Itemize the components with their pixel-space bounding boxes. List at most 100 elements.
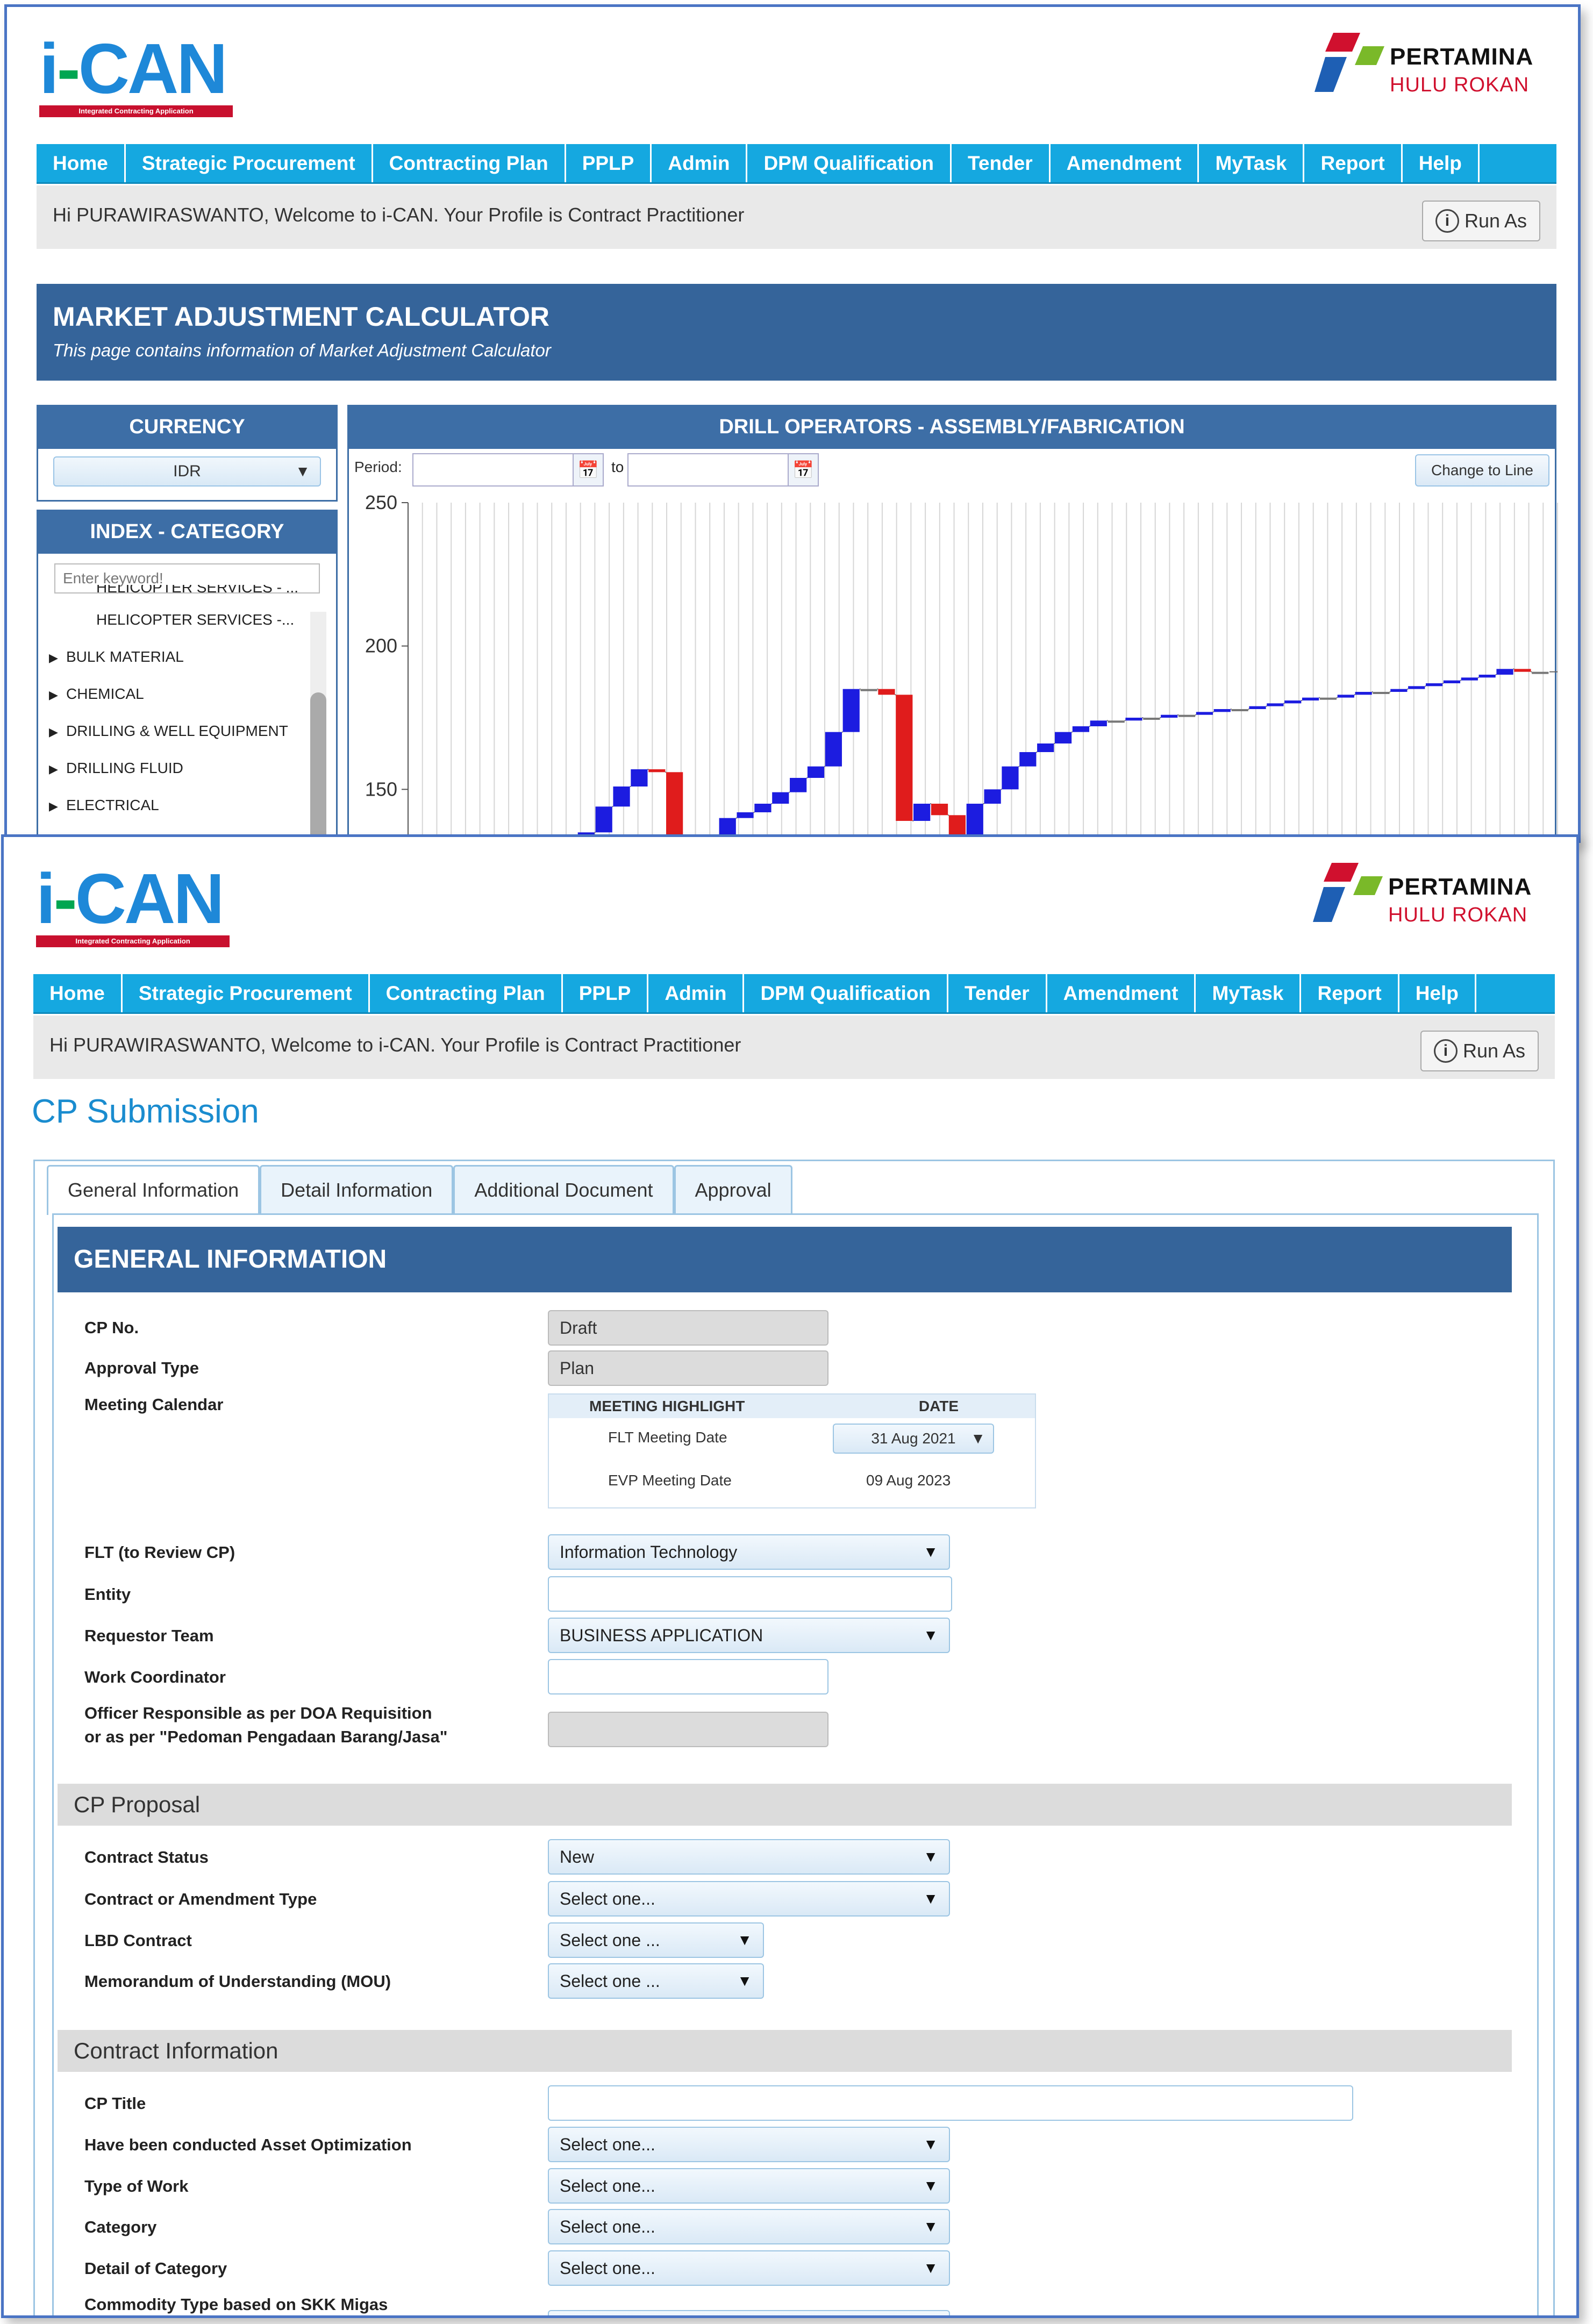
nav-mytask[interactable]: MyTask xyxy=(1196,974,1302,1012)
nav-admin[interactable]: Admin xyxy=(648,974,745,1012)
nav-pplp[interactable]: PPLP xyxy=(566,144,652,182)
ican-logo[interactable]: i-CAN Integrated Contracting Application xyxy=(39,31,239,117)
page-title: CP Submission xyxy=(32,1093,259,1130)
chart-bar xyxy=(1161,714,1178,718)
chart-bar xyxy=(1425,683,1443,687)
ican-logo-tagline: Integrated Contracting Application xyxy=(36,935,230,947)
expand-icon: ▶ xyxy=(49,799,58,813)
nav-amendment[interactable]: Amendment xyxy=(1047,974,1196,1012)
chart-bar xyxy=(1249,706,1266,709)
brand-name: PERTAMINA xyxy=(1390,44,1534,70)
work-coordinator-field[interactable] xyxy=(548,1659,828,1694)
y-tick-label: 250 xyxy=(365,491,397,513)
nav-home[interactable]: Home xyxy=(33,974,123,1012)
tree-item-drilling-fluid[interactable]: ▶ DRILLING FLUID xyxy=(49,749,336,786)
currency-select[interactable]: IDR ▼ xyxy=(53,456,321,487)
calendar-icon[interactable]: 📅 xyxy=(573,454,603,485)
category-select[interactable]: Select one... ▼ xyxy=(548,2209,950,2244)
mou-select[interactable]: Select one ... ▼ xyxy=(548,1963,764,1999)
nav-admin[interactable]: Admin xyxy=(652,144,748,182)
nav-dpm-qualification[interactable]: DPM Qualification xyxy=(744,974,949,1012)
to-label: to xyxy=(611,459,624,475)
nav-report[interactable]: Report xyxy=(1304,144,1403,182)
nav-help[interactable]: Help xyxy=(1403,144,1480,182)
officer-label-line1: Officer Responsible as per DOA Requisiti… xyxy=(84,1704,432,1722)
entity-field[interactable] xyxy=(548,1576,952,1612)
type-of-work-label: Type of Work xyxy=(84,2177,189,2196)
pertamina-logo: PERTAMINA HULU ROKAN xyxy=(1313,859,1539,934)
chart-bar xyxy=(1108,720,1125,723)
nav-strategic-procurement[interactable]: Strategic Procurement xyxy=(123,974,370,1012)
scrollbar-thumb[interactable] xyxy=(310,692,326,840)
expand-icon: ▶ xyxy=(49,725,58,739)
detail-category-label: Detail of Category xyxy=(84,2259,227,2278)
lbd-contract-select[interactable]: Select one ... ▼ xyxy=(548,1922,764,1958)
tab-general-information[interactable]: General Information xyxy=(47,1165,260,1215)
nav-home[interactable]: Home xyxy=(37,144,126,182)
change-to-line-button[interactable]: Change to Line xyxy=(1415,454,1549,487)
tree-item-partial[interactable]: HELICOPTER SERVICES - ... xyxy=(49,585,336,601)
tree-item-electrical[interactable]: ▶ ELECTRICAL xyxy=(49,786,336,824)
chevron-down-icon: ▼ xyxy=(737,1932,752,1948)
detail-category-select[interactable]: Select one... ▼ xyxy=(548,2250,950,2286)
nav-amendment[interactable]: Amendment xyxy=(1051,144,1199,182)
nav-help[interactable]: Help xyxy=(1399,974,1476,1012)
chart-bar xyxy=(1302,697,1319,700)
nav-dpm-qualification[interactable]: DPM Qualification xyxy=(747,144,952,182)
requestor-team-select[interactable]: BUSINESS APPLICATION ▼ xyxy=(548,1618,950,1653)
flt-meeting-date: 31 Aug 2021 xyxy=(871,1430,956,1447)
asset-optimization-select[interactable]: Select one... ▼ xyxy=(548,2127,950,2162)
nav-tender[interactable]: Tender xyxy=(948,974,1047,1012)
cp-proposal-section: CP Proposal xyxy=(58,1784,1512,1826)
page-subtitle: This page contains information of Market… xyxy=(53,340,551,360)
col-meeting-highlight: MEETING HIGHLIGHT xyxy=(589,1398,745,1414)
tree-item-bulk-material[interactable]: ▶ BULK MATERIAL xyxy=(49,638,336,675)
commodity-type-select[interactable] xyxy=(548,2310,950,2315)
chevron-down-icon: ▼ xyxy=(923,1890,938,1907)
ican-logo[interactable]: i-CAN Integrated Contracting Application xyxy=(36,861,236,947)
mou-label: Memorandum of Understanding (MOU) xyxy=(84,1972,391,1991)
tree-item-drilling-well[interactable]: ▶ DRILLING & WELL EQUIPMENT xyxy=(49,712,336,749)
chart-bar xyxy=(1054,732,1072,743)
category-tree: HELICOPTER SERVICES - ... HELICOPTER SER… xyxy=(49,585,336,824)
entity-label: Entity xyxy=(84,1585,131,1604)
contract-status-select[interactable]: New ▼ xyxy=(548,1839,950,1875)
requestor-team-value: BUSINESS APPLICATION xyxy=(560,1626,763,1645)
nav-strategic-procurement[interactable]: Strategic Procurement xyxy=(126,144,373,182)
chart-bar xyxy=(896,695,913,821)
nav-tender[interactable]: Tender xyxy=(952,144,1051,182)
chart-bar xyxy=(984,789,1001,804)
cp-no-label: CP No. xyxy=(84,1318,139,1337)
tree-item-chemical[interactable]: ▶ CHEMICAL xyxy=(49,675,336,712)
tab-detail-information[interactable]: Detail Information xyxy=(260,1165,454,1213)
flt-meeting-label: FLT Meeting Date xyxy=(608,1429,727,1446)
pertamina-mark-icon xyxy=(1315,33,1384,92)
tree-label: BULK MATERIAL xyxy=(66,648,184,665)
flt-select[interactable]: Information Technology ▼ xyxy=(548,1534,950,1570)
nav-report[interactable]: Report xyxy=(1301,974,1399,1012)
chart-bar xyxy=(1373,692,1390,694)
nav-pplp[interactable]: PPLP xyxy=(563,974,649,1012)
type-of-work-select[interactable]: Select one... ▼ xyxy=(548,2168,950,2204)
tree-scrollbar[interactable] xyxy=(310,612,326,840)
cp-title-label: CP Title xyxy=(84,2094,146,2113)
period-from-input[interactable]: 📅 xyxy=(412,453,604,487)
detail-category-value: Select one... xyxy=(560,2258,655,2278)
cp-title-field[interactable] xyxy=(548,2085,1353,2121)
currency-panel: CURRENCY IDR ▼ xyxy=(37,405,338,502)
meeting-calendar-table: MEETING HIGHLIGHT DATE FLT Meeting Date … xyxy=(548,1393,1036,1508)
welcome-text: Hi PURAWIRASWANTO, Welcome to i-CAN. You… xyxy=(49,1034,741,1056)
period-to-input[interactable]: 📅 xyxy=(627,453,819,487)
nav-mytask[interactable]: MyTask xyxy=(1199,144,1305,182)
run-as-button[interactable]: i Run As xyxy=(1422,201,1540,241)
nav-contracting-plan[interactable]: Contracting Plan xyxy=(373,144,566,182)
contract-type-select[interactable]: Select one... ▼ xyxy=(548,1881,950,1917)
calendar-icon[interactable]: 📅 xyxy=(788,454,818,485)
tab-additional-document[interactable]: Additional Document xyxy=(453,1165,674,1213)
flt-meeting-date-select[interactable]: 31 Aug 2021 ▼ xyxy=(833,1424,994,1454)
tab-approval[interactable]: Approval xyxy=(674,1165,792,1213)
run-as-button[interactable]: i Run As xyxy=(1420,1031,1539,1071)
nav-contracting-plan[interactable]: Contracting Plan xyxy=(370,974,563,1012)
tree-item-helicopter[interactable]: HELICOPTER SERVICES -... xyxy=(49,601,336,638)
cp-submission-screenshot: i-CAN Integrated Contracting Application… xyxy=(1,834,1579,2318)
